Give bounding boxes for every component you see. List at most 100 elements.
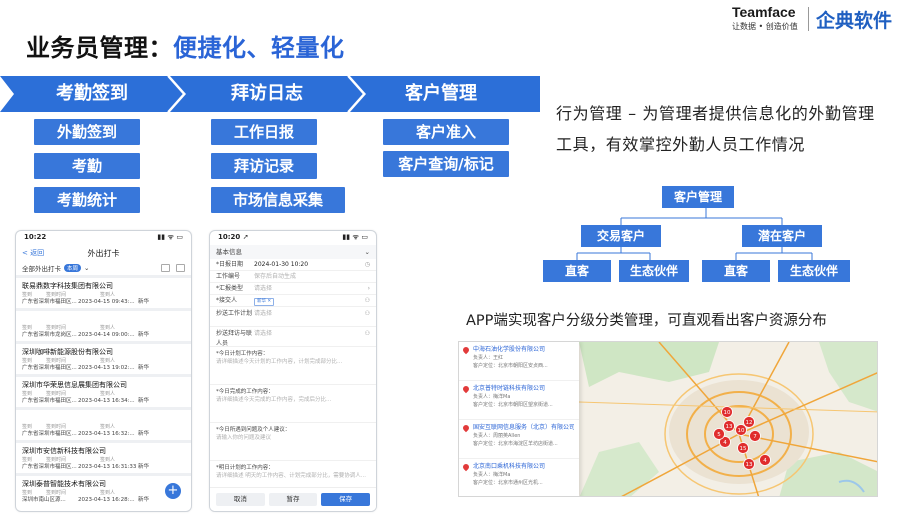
checkin-time: 2023-04-15 09:43:... xyxy=(78,299,135,305)
textarea-placeholder: 请输入你的问题及建议 xyxy=(216,435,272,441)
map-company-item[interactable]: 国安互联网信息服务（北京）有限公司 负责人：周丽英Allen 客户定位：北京市海淀区… xyxy=(459,420,579,459)
checkin-record[interactable]: 深圳市华荣思信息展集团有限公司 签到 签到时间 签到人 广东省深圳市福田区... 2023… xyxy=(16,374,191,407)
report-cc-field[interactable]: 抄送拜访与联人员 请选择 ⚇ xyxy=(210,327,376,347)
chevron-down-icon: ⌄ xyxy=(364,248,370,256)
checkin-address: 广东省深圳市福田区... xyxy=(22,431,77,437)
checkin-user: 新华 xyxy=(138,299,150,305)
checkin-user: 新华 xyxy=(138,464,150,470)
report-field[interactable]: 工作编号 保存后自动生成 xyxy=(210,271,376,283)
calendar-icon[interactable] xyxy=(161,264,170,272)
report-text-blocks: *今日计划工作内容： 请详细描述今天计划的工作内容，计划完成部分比... *今日完成… xyxy=(210,347,376,499)
customer-map-marker[interactable]: 5 xyxy=(713,428,725,440)
page-title: 业务员管理：便捷化、轻量化 xyxy=(26,28,345,63)
field-label: 工作编号 xyxy=(216,273,241,280)
daily-report-button[interactable]: 工作日报 xyxy=(211,119,317,145)
tree-node-potential-customer: 潜在客户 xyxy=(742,225,822,247)
checkin-time: 2023-04-13 19:02:... xyxy=(78,365,135,371)
customer-map-marker[interactable]: 10 xyxy=(721,406,733,418)
field-checkin-button[interactable]: 外勤签到 xyxy=(34,119,140,145)
section-header[interactable]: 基本信息 ⌄ xyxy=(210,245,376,259)
report-field[interactable]: *汇报类型 请选择 › xyxy=(210,283,376,295)
report-field[interactable]: *接交人 新华 ✕ ⚇ xyxy=(210,295,376,307)
phone-field-checkin: 10:22 ▮▮ ᯤ ▭ < 返回 外出打卡 全部外出打卡 本周 ⌄ 联易鼎数字… xyxy=(15,230,192,512)
app-caption: APP端实现客户分级分类管理，可直观看出客户资源分布 xyxy=(466,313,827,329)
market-info-button[interactable]: 市场信息采集 xyxy=(211,187,345,213)
section-title: 基本信息 xyxy=(216,248,242,256)
customer-map-marker[interactable]: 4 xyxy=(759,454,771,466)
draft-button[interactable]: 暂存 xyxy=(268,493,318,506)
company-address: 客户定位：北京市朝阳区安贞西... xyxy=(473,363,548,369)
checkin-values: 深圳市南山区源... 2023-04-13 16:28:... 新华 xyxy=(22,496,185,504)
visit-record-button[interactable]: 拜访记录 xyxy=(211,153,317,179)
company-owner: 负责人：王红 xyxy=(473,355,504,361)
checkin-company xyxy=(22,413,185,424)
checkin-record[interactable]: 深圳咖啡新能源股份有限公司 签到 签到时间 签到人 广东省深圳市福田区... 2023-0… xyxy=(16,341,191,374)
report-textarea[interactable]: *今日所遇到问题及个人建议： 请输入你的问题及建议 xyxy=(210,423,376,461)
report-textarea[interactable]: *今日完成的工作内容： 请详细描述今天完成的工作内容，完成后分比... xyxy=(210,385,376,423)
checkin-time: 2023-04-13 16:32:... xyxy=(78,431,135,437)
customer-map-marker[interactable]: 12 xyxy=(743,416,755,428)
filter-dropdown[interactable]: 全部外出打卡 xyxy=(22,263,61,273)
report-cc-field[interactable]: 抄送工作计划 请选择 ⚇ xyxy=(210,307,376,327)
attendance-button[interactable]: 考勤 xyxy=(34,153,140,179)
report-cc-fields: 抄送工作计划 请选择 ⚇ 抄送拜访与联人员 请选择 ⚇ xyxy=(210,307,376,347)
marker-count: 13 xyxy=(746,462,753,468)
add-checkin-button[interactable]: + xyxy=(165,483,181,499)
checkin-values: 广东省深圳市龙岗区... 2023-04-14 09:00:... 新华 xyxy=(22,331,185,339)
contact-icon: ⚇ xyxy=(364,310,370,317)
company-name: 北京普特时链科技有限公司 xyxy=(473,385,546,392)
filter-badge[interactable]: 本周 xyxy=(64,264,82,272)
customer-map-marker[interactable]: 13 xyxy=(743,458,755,470)
customer-map-marker[interactable]: 7 xyxy=(749,430,761,442)
field-label: 抄送拜访与联人员 xyxy=(216,330,253,347)
checkin-address: 广东省深圳市福田区... xyxy=(22,398,77,404)
field-value: 请选择 xyxy=(254,285,273,292)
checkin-time: 2023-04-13 16:28:... xyxy=(78,497,135,503)
logo-divider xyxy=(808,7,809,31)
checkin-values: 广东省深圳市福田区... 2023-04-13 16:32:... 新华 xyxy=(22,430,185,438)
contact-icon: ⚇ xyxy=(364,330,370,337)
checkin-record[interactable]: 深圳市安信新科技有限公司 签到 签到时间 签到人 广东省深圳市福田区... 2023-04… xyxy=(16,440,191,473)
customer-admission-button[interactable]: 客户准入 xyxy=(383,119,509,145)
field-value: 2024-01-30 10:20 xyxy=(254,261,309,268)
logo: Teamface 让数据 • 创造价值 企典软件 xyxy=(732,4,914,34)
company-name: 国安互联网信息服务（北京）有限公司 xyxy=(473,424,574,431)
map-company-item[interactable]: 北京南口乘机科技有限公司 负责人：梅洋Ma 客户定位：北京市通州区光机... xyxy=(459,459,579,496)
checkin-company: 深圳市安信新科技有限公司 xyxy=(22,447,106,455)
chevron-down-icon[interactable]: ⌄ xyxy=(84,264,89,272)
status-icons: ▮▮ ᯤ ▭ xyxy=(342,233,368,241)
field-action-icon xyxy=(362,271,370,282)
field-value: 请选择 xyxy=(254,310,273,317)
attendance-stats-button[interactable]: 考勤统计 xyxy=(34,187,140,213)
checkin-list: 联易鼎数字科技集团有限公司签到 签到时间 签到人 广东省深圳市福田区... 2023-0… xyxy=(16,275,191,506)
save-button[interactable]: 保存 xyxy=(321,493,371,506)
phone-daily-report: 10:20 ➚ ▮▮ ᯤ ▭ 基本信息 ⌄ *日报日期 2024-01-30 10… xyxy=(209,230,377,512)
textarea-label: *今日所遇到问题及个人建议： xyxy=(216,427,291,433)
company-name: 中海石油化学股份有限公司 xyxy=(473,346,546,353)
checkin-record[interactable]: 签到 签到时间 签到人 广东省深圳市龙岗区... 2023-04-14 09:00:..… xyxy=(16,308,191,341)
checkin-user: 新华 xyxy=(138,398,150,404)
map-company-item[interactable]: 北京普特时链科技有限公司 负责人：梅洋Ma 客户定位：北京市朝阳区望京街道... xyxy=(459,381,579,420)
filter-icon[interactable] xyxy=(176,264,185,272)
customer-map-marker[interactable]: 15 xyxy=(737,442,749,454)
checkin-company: 联易鼎数字科技集团有限公司 xyxy=(22,282,113,290)
checkin-values: 广东省深圳市福田区... 2023-04-13 19:02:... 新华 xyxy=(22,364,185,372)
checkin-record[interactable]: 签到 签到时间 签到人 广东省深圳市福田区... 2023-04-13 16:32:..… xyxy=(16,407,191,440)
map-company-item[interactable]: 中海石油化学股份有限公司 负责人：王红客户定位：北京市朝阳区安贞西... xyxy=(459,342,579,381)
checkin-user: 新华 xyxy=(138,431,150,437)
field-value: 新华 ✕ xyxy=(254,295,362,306)
feature-header-bar: 考勤签到 拜访日志 客户管理 xyxy=(0,75,540,113)
company-address: 客户定位：北京市朝阳区望京街道... xyxy=(473,402,553,408)
checkin-address: 广东省深圳市龙岗区... xyxy=(22,332,77,338)
assignee-tag[interactable]: 新华 ✕ xyxy=(254,298,275,306)
textarea-label: *今日完成的工作内容： xyxy=(216,389,274,395)
checkin-record[interactable]: 联易鼎数字科技集团有限公司 签到 签到时间 签到人 广东省深圳市福田区... 2023-0… xyxy=(16,275,191,308)
field-label: *接交人 xyxy=(216,297,238,304)
marker-count: 13 xyxy=(726,424,733,430)
report-textarea[interactable]: *今日计划工作内容： 请详细描述今天计划的工作内容，计划完成部分比... xyxy=(210,347,376,385)
checkin-company: 深圳泰普智能技术有限公司 xyxy=(22,480,106,488)
customer-query-button[interactable]: 客户查询/标记 xyxy=(383,151,509,177)
cancel-button[interactable]: 取消 xyxy=(216,493,265,506)
report-field[interactable]: *日报日期 2024-01-30 10:20 ◷ xyxy=(210,259,376,271)
customer-map-marker[interactable]: 13 xyxy=(723,420,735,432)
